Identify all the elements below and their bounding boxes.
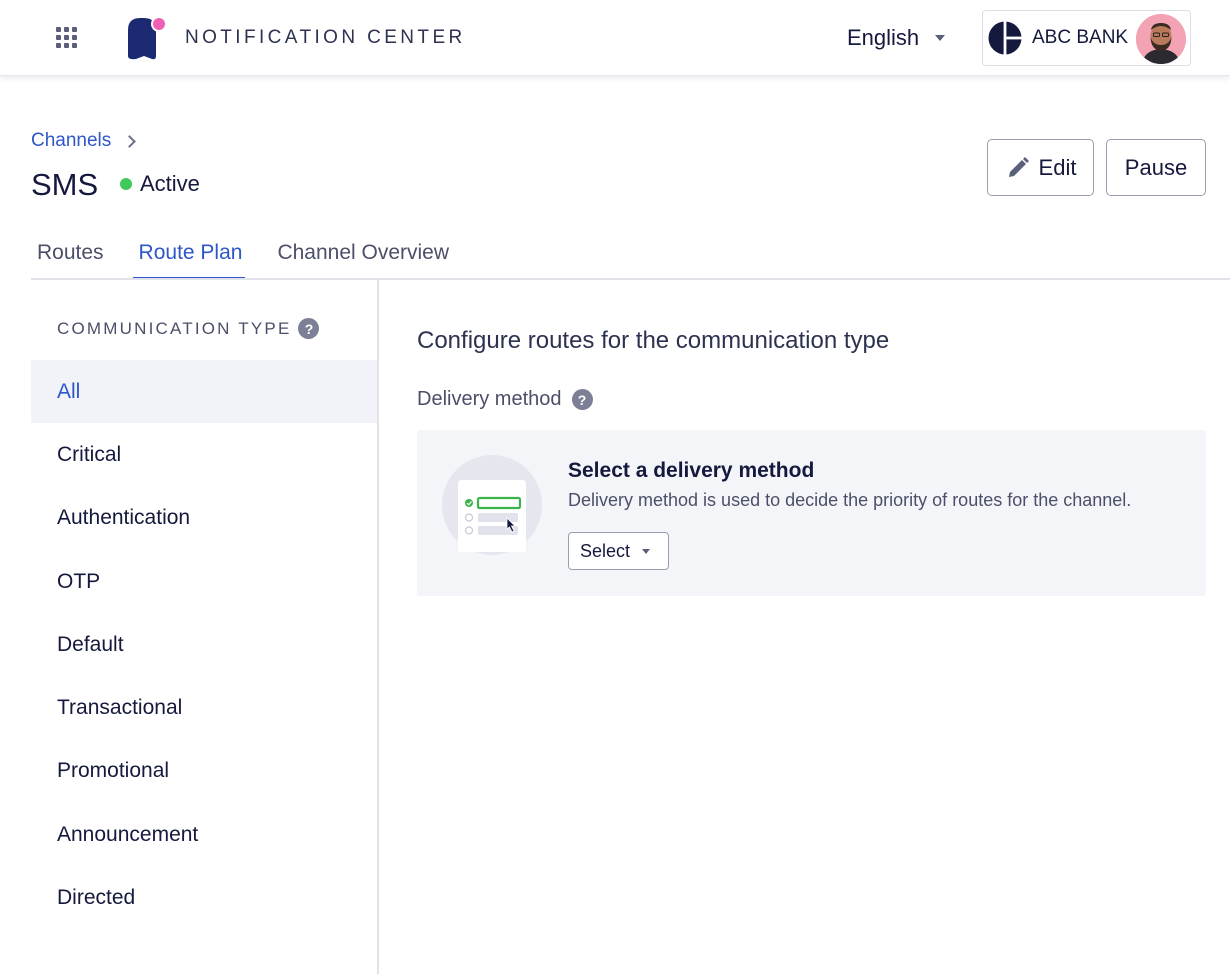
sidebar-item-announcement[interactable]: Announcement bbox=[31, 803, 377, 866]
sidebar-item-authentication[interactable]: Authentication bbox=[31, 487, 377, 550]
sidebar-item-critical[interactable]: Critical bbox=[31, 423, 377, 486]
delivery-method-illustration bbox=[442, 455, 542, 555]
card-description: Delivery method is used to decide the pr… bbox=[568, 490, 1132, 510]
sidebar-item-transactional[interactable]: Transactional bbox=[31, 676, 377, 739]
org-logo bbox=[988, 21, 1022, 55]
language-label: English bbox=[847, 25, 920, 50]
pencil-icon bbox=[1008, 156, 1029, 177]
sidebar-item-all[interactable]: All bbox=[31, 360, 377, 424]
breadcrumb: Channels bbox=[31, 130, 137, 152]
language-selector[interactable]: English bbox=[847, 25, 946, 51]
section-title: Configure routes for the communication t… bbox=[417, 327, 890, 354]
chevron-right-icon bbox=[123, 134, 137, 148]
pause-button-label: Pause bbox=[1124, 154, 1188, 180]
caret-down-icon bbox=[935, 35, 946, 41]
app-logo bbox=[128, 16, 167, 60]
avatar[interactable] bbox=[1136, 14, 1186, 64]
tab-channel-overview[interactable]: Channel Overview bbox=[271, 237, 452, 279]
status-badge: Active bbox=[120, 171, 200, 197]
grid-icon[interactable] bbox=[56, 27, 78, 49]
select-value: Select bbox=[580, 540, 631, 561]
delivery-method-text: Delivery method bbox=[417, 388, 562, 410]
sidebar-heading-label: COMMUNICATION TYPE bbox=[57, 318, 292, 338]
pause-button[interactable]: Pause bbox=[1106, 139, 1206, 196]
tab-route-plan[interactable]: Route Plan bbox=[132, 237, 246, 280]
sidebar-heading: COMMUNICATION TYPE ? bbox=[57, 318, 320, 339]
delivery-method-card: Select a delivery method Delivery method… bbox=[417, 430, 1206, 596]
sidebar-divider bbox=[377, 279, 379, 974]
tab-routes[interactable]: Routes bbox=[31, 237, 107, 279]
question-circle-icon[interactable]: ? bbox=[571, 389, 593, 410]
sidebar-item-default[interactable]: Default bbox=[31, 613, 377, 676]
edit-button-label: Edit bbox=[1038, 154, 1077, 180]
page-title: SMS bbox=[31, 167, 99, 202]
org-name: ABC BANK bbox=[1032, 27, 1129, 48]
top-bar: NOTIFICATION CENTER English ABC BANK bbox=[0, 0, 1230, 76]
sidebar-item-promotional[interactable]: Promotional bbox=[31, 740, 377, 803]
tab-bar: Routes Route Plan Channel Overview bbox=[31, 237, 478, 280]
org-switcher[interactable]: ABC BANK bbox=[982, 10, 1191, 66]
delivery-method-label: Delivery method ? bbox=[417, 388, 593, 411]
caret-down-icon bbox=[642, 548, 651, 554]
edit-button[interactable]: Edit bbox=[987, 139, 1094, 196]
sidebar-item-otp[interactable]: OTP bbox=[31, 550, 377, 613]
app-title: NOTIFICATION CENTER bbox=[185, 27, 466, 48]
question-circle-icon[interactable]: ? bbox=[298, 318, 320, 339]
status-label: Active bbox=[140, 171, 200, 196]
tabs-divider bbox=[31, 278, 1230, 280]
sidebar-item-directed[interactable]: Directed bbox=[31, 866, 377, 929]
communication-type-list: All Critical Authentication OTP Default … bbox=[31, 360, 377, 930]
breadcrumb-link-channels[interactable]: Channels bbox=[31, 130, 111, 152]
card-title: Select a delivery method bbox=[568, 459, 815, 482]
delivery-method-select[interactable]: Select bbox=[568, 532, 669, 570]
status-dot-icon bbox=[120, 178, 132, 190]
